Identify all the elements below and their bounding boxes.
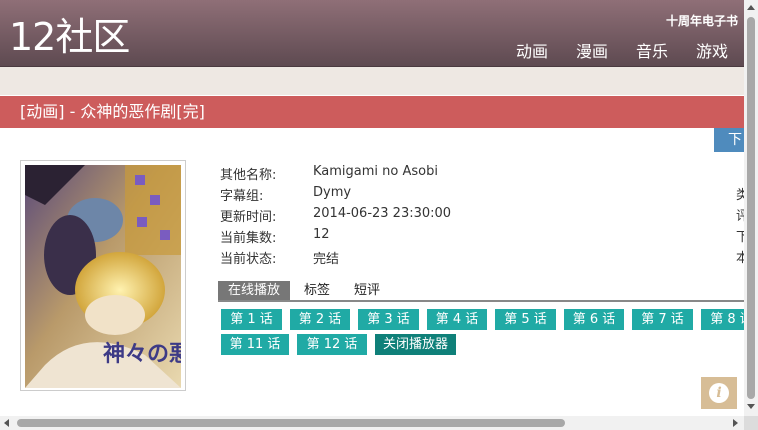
tab-tags[interactable]: 标签 bbox=[294, 281, 340, 300]
scroll-up-arrow-icon[interactable] bbox=[747, 5, 755, 10]
vertical-scrollbar[interactable] bbox=[744, 0, 758, 416]
updated-value: 2014-06-23 23:30:00 bbox=[313, 206, 452, 221]
sub-header-strip bbox=[0, 67, 744, 95]
episode-list: 第 1 话 第 2 话 第 3 话 第 4 话 第 5 话 第 6 话 第 7 … bbox=[221, 309, 744, 359]
episode-button-7[interactable]: 第 7 话 bbox=[632, 309, 693, 330]
info-row-alt-name: 其他名称: Kamigami no Asobi bbox=[220, 164, 451, 185]
info-icon: i bbox=[709, 383, 729, 403]
main-nav: 动画 漫画 音乐 游戏 bbox=[488, 38, 728, 62]
scrollbar-corner bbox=[744, 416, 758, 430]
horizontal-scroll-thumb[interactable] bbox=[17, 419, 565, 427]
subs-label: 字幕组: bbox=[220, 189, 264, 204]
nav-item-music[interactable]: 音乐 bbox=[636, 38, 668, 62]
cover-image: 神々の悪戯 bbox=[20, 160, 186, 391]
subs-value: Dymy bbox=[313, 185, 352, 200]
episode-button-12[interactable]: 第 12 话 bbox=[297, 334, 367, 355]
horizontal-scrollbar[interactable] bbox=[0, 416, 744, 430]
episode-button-1[interactable]: 第 1 话 bbox=[221, 309, 282, 330]
alt-name-label: 其他名称: bbox=[220, 168, 277, 183]
scroll-right-arrow-icon[interactable] bbox=[733, 419, 738, 427]
episode-button-6[interactable]: 第 6 话 bbox=[564, 309, 624, 330]
scroll-down-arrow-icon[interactable] bbox=[747, 404, 755, 409]
info-button[interactable]: i bbox=[701, 377, 737, 409]
info-row-status: 当前状态: 完结 bbox=[220, 248, 451, 269]
tab-bar: 在线播放 标签 短评 bbox=[218, 281, 744, 302]
nav-item-games[interactable]: 游戏 bbox=[696, 38, 728, 62]
nav-item-anime[interactable]: 动画 bbox=[516, 38, 548, 62]
vertical-scroll-thumb[interactable] bbox=[747, 17, 755, 399]
episode-button-2[interactable]: 第 2 话 bbox=[290, 309, 350, 330]
close-player-button[interactable]: 关闭播放器 bbox=[375, 334, 456, 355]
tab-short-reviews[interactable]: 短评 bbox=[344, 281, 390, 300]
nav-item-manga[interactable]: 漫画 bbox=[576, 38, 608, 62]
download-button[interactable]: 下 bbox=[714, 128, 744, 152]
episode-button-8[interactable]: 第 8 话 bbox=[701, 309, 744, 330]
scroll-left-arrow-icon[interactable] bbox=[4, 419, 9, 427]
info-row-updated: 更新时间: 2014-06-23 23:30:00 bbox=[220, 206, 451, 227]
site-logo[interactable]: 12社区 bbox=[9, 14, 130, 60]
status-value: 完结 bbox=[313, 252, 340, 267]
info-row-episodes: 当前集数: 12 bbox=[220, 227, 451, 248]
episodes-value: 12 bbox=[313, 227, 330, 242]
tab-online-play[interactable]: 在线播放 bbox=[218, 281, 291, 300]
episode-button-5[interactable]: 第 5 话 bbox=[495, 309, 556, 330]
info-panel: 其他名称: Kamigami no Asobi 字幕组: Dymy 更新时间: … bbox=[220, 164, 451, 269]
episodes-label: 当前集数: bbox=[220, 231, 277, 246]
info-row-subs: 字幕组: Dymy bbox=[220, 185, 451, 206]
episode-button-11[interactable]: 第 11 话 bbox=[221, 334, 289, 355]
updated-label: 更新时间: bbox=[220, 210, 277, 225]
ebook-link[interactable]: 十周年电子书 bbox=[666, 12, 738, 29]
status-label: 当前状态: bbox=[220, 252, 277, 267]
episode-button-4[interactable]: 第 4 话 bbox=[427, 309, 487, 330]
alt-name-value: Kamigami no Asobi bbox=[313, 164, 438, 179]
site-header: 12社区 十周年电子书 动画 漫画 音乐 游戏 bbox=[0, 0, 744, 67]
episode-button-3[interactable]: 第 3 话 bbox=[358, 309, 419, 330]
svg-text:神々の悪戯: 神々の悪戯 bbox=[103, 341, 181, 367]
page-title: [动画] - 众神的恶作剧[完] bbox=[0, 96, 744, 128]
